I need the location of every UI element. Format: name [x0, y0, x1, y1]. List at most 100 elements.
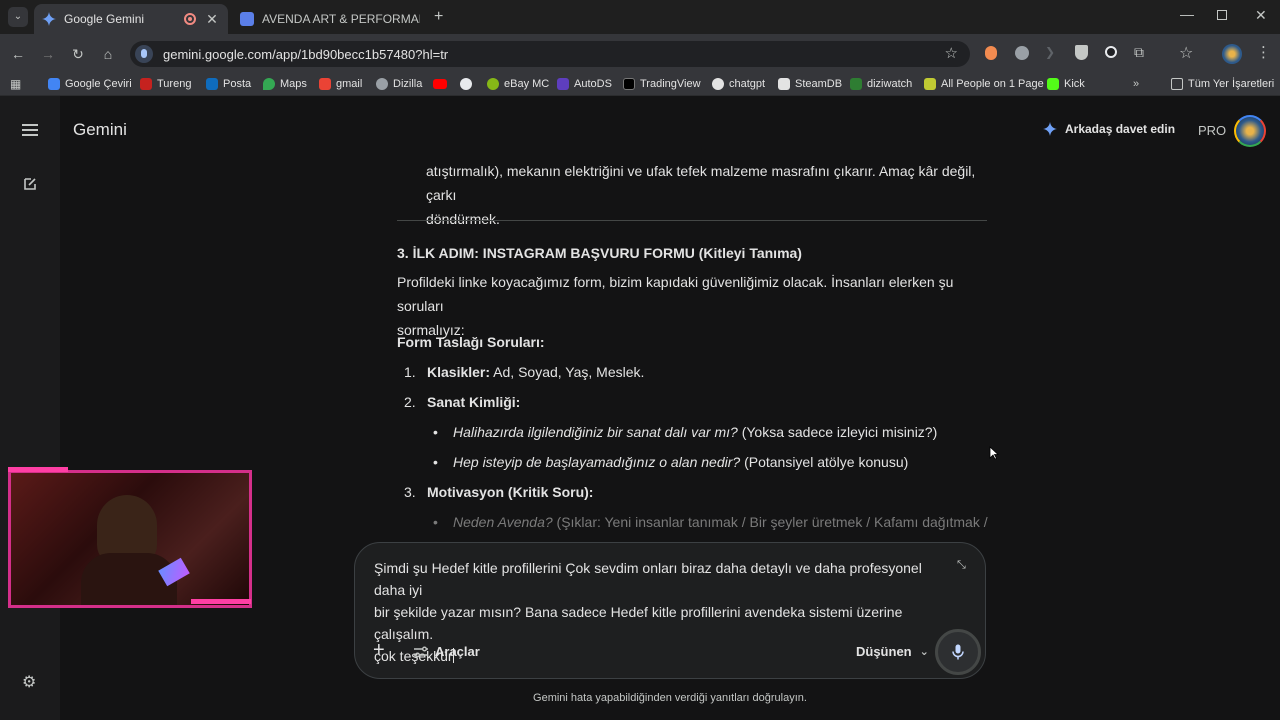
microphone-button[interactable] [935, 629, 981, 675]
recording-icon [184, 13, 196, 25]
add-attachment-button[interactable]: + [373, 639, 385, 662]
bullet-item: • [433, 454, 438, 470]
settings-icon[interactable]: ⚙ [22, 672, 36, 692]
bookmark-item[interactable]: eBay MC [487, 76, 549, 92]
bullet-item: Halihazırda ilgilendiğiniz bir sanat dal… [453, 424, 938, 440]
mouse-cursor-icon [989, 446, 999, 460]
diziwatch-icon [850, 78, 862, 90]
steamdb-icon [778, 78, 790, 90]
chrome-icon[interactable] [460, 76, 477, 92]
more-bookmarks-icon[interactable]: » [1133, 76, 1139, 92]
bookmark-item[interactable]: AutoDS [557, 76, 612, 92]
list-item: Sanat Kimliği: [427, 394, 521, 410]
restore-icon[interactable] [1217, 10, 1227, 20]
all-bookmarks[interactable]: Tüm Yer İşaretleri [1171, 76, 1274, 92]
bullet-item: • [433, 514, 438, 530]
dizilla-icon [376, 78, 388, 90]
extension-icon[interactable] [1105, 46, 1117, 58]
extension-icon[interactable] [985, 46, 997, 60]
people-icon [924, 78, 936, 90]
invite-friends-button[interactable]: Arkadaş davet edin [1043, 122, 1175, 136]
bookmark-item[interactable]: All People on 1 Page [924, 76, 1044, 92]
list-item: 2. [404, 394, 416, 410]
home-icon[interactable]: ⌂ [98, 44, 118, 64]
translate-icon [48, 78, 60, 90]
bullet-item: • [433, 424, 438, 440]
new-tab-icon[interactable]: + [434, 8, 443, 26]
list-item: Klasikler: Ad, Soyad, Yaş, Meslek. [427, 364, 645, 380]
close-window-icon[interactable]: ✕ [1255, 7, 1267, 24]
profile-avatar[interactable] [1222, 44, 1242, 64]
avatar[interactable] [1234, 115, 1266, 147]
tab-avenda[interactable]: AVENDA ART & PERFORMANCE [232, 4, 428, 34]
bookmark-item[interactable]: SteamDB [778, 76, 842, 92]
back-icon[interactable]: ← [8, 44, 28, 64]
prompt-box: Şimdi şu Hedef kitle profillerini Çok se… [354, 542, 986, 679]
chatgpt-icon [712, 78, 724, 90]
url-text: gemini.google.com/app/1bd90becc1b57480?h… [163, 46, 449, 62]
outlook-icon [206, 78, 218, 90]
list-item: 1. [404, 364, 416, 380]
bookmark-item[interactable]: Dizilla [376, 76, 422, 92]
bullet-item: Neden Avenda? (Şıklar: Yeni insanlar tan… [453, 514, 988, 530]
tab-gemini[interactable]: Google Gemini ✕ [34, 4, 228, 34]
ebay-icon [487, 78, 499, 90]
tradingview-icon [623, 78, 635, 90]
reload-icon[interactable]: ↻ [68, 44, 88, 64]
bullet-item: Hep isteyip de başlayamadığınız o alan n… [453, 454, 909, 470]
chevron-down-icon: ⌄ [919, 646, 929, 658]
tab-title: Google Gemini [64, 12, 145, 26]
tab-bar: ⌄ Google Gemini ✕ AVENDA ART & PERFORMAN… [0, 0, 1280, 34]
tureng-icon [140, 78, 152, 90]
bookmark-item[interactable]: gmail [319, 76, 362, 92]
bookmark-item[interactable]: Kick [1047, 76, 1085, 92]
bookmark-item[interactable]: Google Çeviri [48, 76, 132, 92]
minimize-icon[interactable]: — [1180, 6, 1194, 22]
bookmark-item[interactable]: Posta [206, 76, 251, 92]
side-nav: ⚙ [0, 96, 60, 720]
bookmark-item[interactable]: Tureng [140, 76, 191, 92]
bookmark-item[interactable]: Maps [263, 76, 307, 92]
forward-icon[interactable]: → [38, 44, 58, 64]
youtube-icon[interactable] [433, 76, 452, 92]
address-bar[interactable]: gemini.google.com/app/1bd90becc1b57480?h… [130, 41, 970, 67]
section-heading: 3. İLK ADIM: INSTAGRAM BAŞVURU FORMU (Ki… [397, 245, 802, 261]
extension-icon[interactable]: ❯ [1045, 45, 1055, 59]
tab-search-button[interactable]: ⌄ [8, 7, 28, 27]
bookmark-item[interactable]: diziwatch [850, 76, 912, 92]
list-item: 3. [404, 484, 416, 500]
avenda-favicon-icon [240, 12, 254, 26]
gemini-sparkle-icon [42, 12, 56, 26]
kick-icon [1047, 78, 1059, 90]
tools-icon [414, 646, 428, 657]
sparkle-icon [1043, 122, 1057, 136]
bookmark-item[interactable]: TradingView [623, 76, 701, 92]
bookmarks-bar: ▦ Google Çeviri Tureng Posta Maps gmail … [0, 72, 1280, 96]
tab-title: AVENDA ART & PERFORMANCE [262, 12, 420, 26]
form-heading: Form Taslağı Soruları: [397, 334, 545, 350]
disclaimer-text: Gemini hata yapabildiğinden verdiği yanı… [533, 692, 807, 704]
webcam-frame-accent [8, 467, 68, 472]
tools-button[interactable]: Araçlar [413, 644, 480, 659]
apps-icon[interactable]: ▦ [10, 76, 21, 92]
expand-icon[interactable]: ⤡ [957, 559, 966, 572]
puzzle-icon[interactable]: ⧉ [1134, 44, 1144, 61]
autods-icon [557, 78, 569, 90]
new-chat-icon[interactable] [22, 176, 38, 192]
bookmark-item[interactable]: chatgpt [712, 76, 765, 92]
menu-icon[interactable]: ⋮ [1256, 43, 1271, 61]
pro-badge[interactable]: PRO [1198, 123, 1226, 138]
webcam-frame-accent [191, 599, 251, 604]
extension-icon[interactable] [1015, 46, 1029, 60]
bookmarks-icon[interactable]: ☆ [1179, 43, 1193, 63]
site-info-icon[interactable] [135, 45, 153, 63]
list-item: Motivasyon (Kritik Soru): [427, 484, 594, 500]
main-menu-icon[interactable] [22, 124, 38, 136]
bookmark-star-icon[interactable]: ☆ [945, 44, 958, 62]
app-title[interactable]: Gemini [73, 120, 127, 140]
shield-icon[interactable] [1075, 45, 1088, 60]
close-tab-icon[interactable]: ✕ [204, 11, 220, 28]
model-selector[interactable]: Düşünen ⌄ [856, 644, 929, 659]
maps-icon [263, 78, 275, 90]
folder-icon [1171, 78, 1183, 90]
